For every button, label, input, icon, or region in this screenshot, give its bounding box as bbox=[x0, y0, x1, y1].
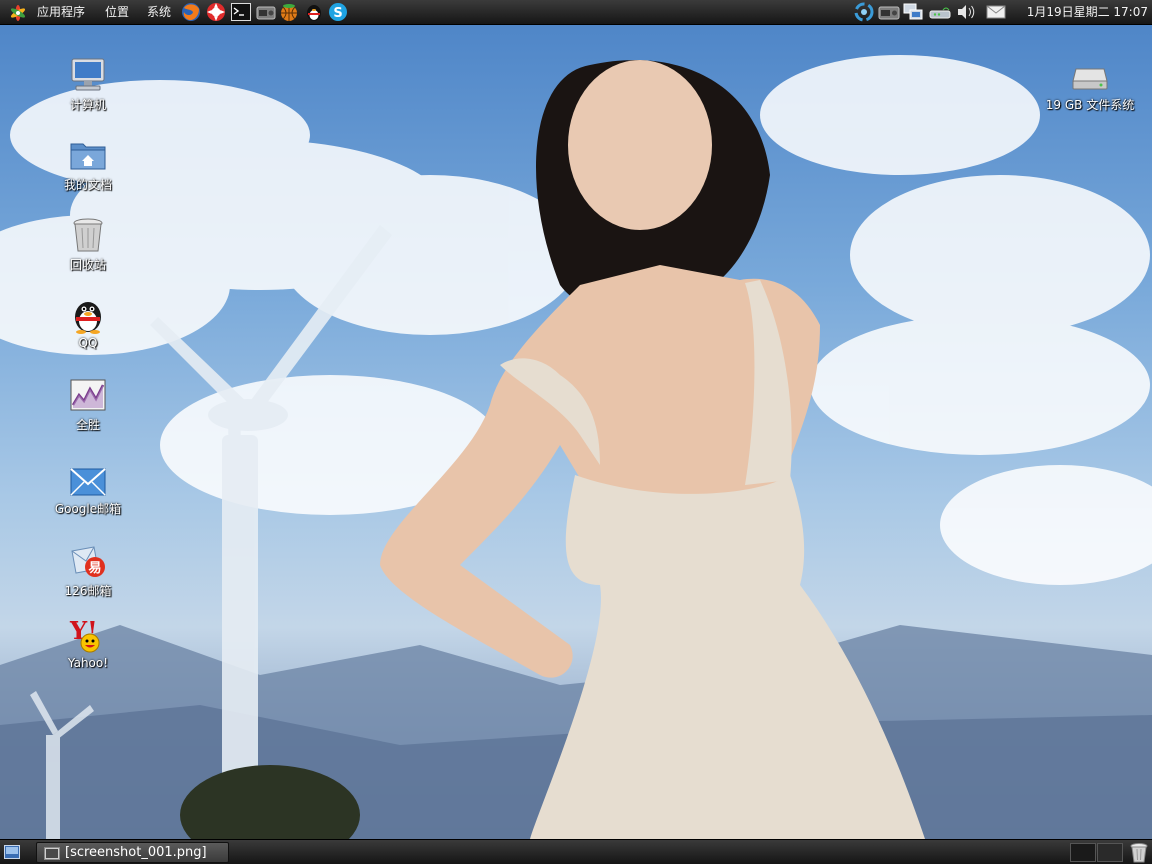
desktop[interactable]: 计算机 我的文档 回收站 QQ 全胜 Google邮箱 易 126邮箱 Y! Y… bbox=[0, 25, 1152, 839]
top-panel: 应用程序 位置 系统 S 1月19日星期二 17:07 bbox=[0, 0, 1152, 25]
mail-icon[interactable] bbox=[985, 2, 1007, 22]
bottom-panel: [screenshot_001.png] bbox=[0, 839, 1152, 864]
taskbar-button-label: [screenshot_001.png] bbox=[65, 845, 207, 860]
computer-icon bbox=[71, 58, 105, 91]
yahoo-icon: Y! bbox=[69, 616, 100, 653]
modem-icon[interactable] bbox=[929, 2, 951, 22]
desktop-icon-label: 126邮箱 bbox=[64, 584, 112, 598]
desktop-icon-trash[interactable]: 回收站 bbox=[38, 215, 138, 273]
radio-tray-icon[interactable] bbox=[878, 2, 900, 22]
svg-text:易: 易 bbox=[88, 561, 101, 576]
desktop-icon-google-mail[interactable]: Google邮箱 bbox=[38, 465, 138, 517]
firefox-icon[interactable] bbox=[181, 2, 201, 22]
qq-penguin-icon bbox=[75, 302, 101, 334]
desktop-icon-label: Yahoo! bbox=[67, 656, 109, 670]
wallpaper-image bbox=[0, 55, 1152, 839]
network-spinner-icon[interactable] bbox=[853, 2, 875, 22]
show-desktop-icon[interactable] bbox=[4, 845, 20, 859]
desktop-icon-label: 回收站 bbox=[69, 258, 106, 272]
help-icon[interactable] bbox=[206, 2, 226, 22]
mail-126-icon: 易 bbox=[71, 546, 105, 577]
menu-applications[interactable]: 应用程序 bbox=[37, 0, 85, 25]
svg-text:S: S bbox=[333, 6, 342, 21]
home-folder-icon bbox=[70, 143, 106, 170]
network-connection-icon[interactable] bbox=[902, 2, 924, 22]
workspace-1[interactable] bbox=[1070, 843, 1096, 862]
mail-envelope-icon bbox=[70, 468, 106, 496]
desktop-icon-label: 19 GB 文件系统 bbox=[1045, 98, 1135, 112]
desktop-icon-label: 计算机 bbox=[69, 98, 106, 112]
volume-icon[interactable] bbox=[955, 2, 977, 22]
qq-icon[interactable] bbox=[304, 2, 324, 22]
stock-chart-icon bbox=[70, 379, 106, 411]
workspace-2[interactable] bbox=[1097, 843, 1123, 862]
desktop-icon-yahoo[interactable]: Y! Yahoo! bbox=[38, 615, 138, 670]
desktop-icon-documents[interactable]: 我的文档 bbox=[38, 135, 138, 193]
skype-icon[interactable]: S bbox=[328, 2, 348, 22]
desktop-icon-stock[interactable]: 全胜 bbox=[38, 375, 138, 433]
desktop-icon-label: Google邮箱 bbox=[54, 502, 122, 516]
image-viewer-icon bbox=[44, 847, 60, 860]
desktop-icon-label: QQ bbox=[78, 336, 98, 350]
desktop-icon-126-mail[interactable]: 易 126邮箱 bbox=[38, 541, 138, 599]
desktop-icon-computer[interactable]: 计算机 bbox=[38, 55, 138, 113]
trash-applet-icon[interactable] bbox=[1129, 842, 1149, 863]
desktop-icon-label: 全胜 bbox=[75, 418, 100, 432]
drive-icon bbox=[1072, 68, 1108, 90]
desktop-icon-label: 我的文档 bbox=[63, 178, 112, 192]
radio-icon[interactable] bbox=[256, 2, 276, 22]
taskbar-button-screenshot[interactable]: [screenshot_001.png] bbox=[36, 842, 229, 863]
desktop-icon-qq[interactable]: QQ bbox=[38, 295, 138, 350]
menu-places[interactable]: 位置 bbox=[105, 0, 129, 25]
trash-icon bbox=[73, 218, 103, 252]
main-menu-logo-icon[interactable] bbox=[8, 3, 28, 23]
desktop-icon-filesystem[interactable]: 19 GB 文件系统 bbox=[1040, 55, 1140, 113]
basketball-icon[interactable] bbox=[279, 2, 299, 22]
terminal-icon[interactable] bbox=[231, 2, 251, 22]
menu-system[interactable]: 系统 bbox=[147, 0, 171, 25]
clock[interactable]: 1月19日星期二 17:07 bbox=[1027, 0, 1148, 25]
